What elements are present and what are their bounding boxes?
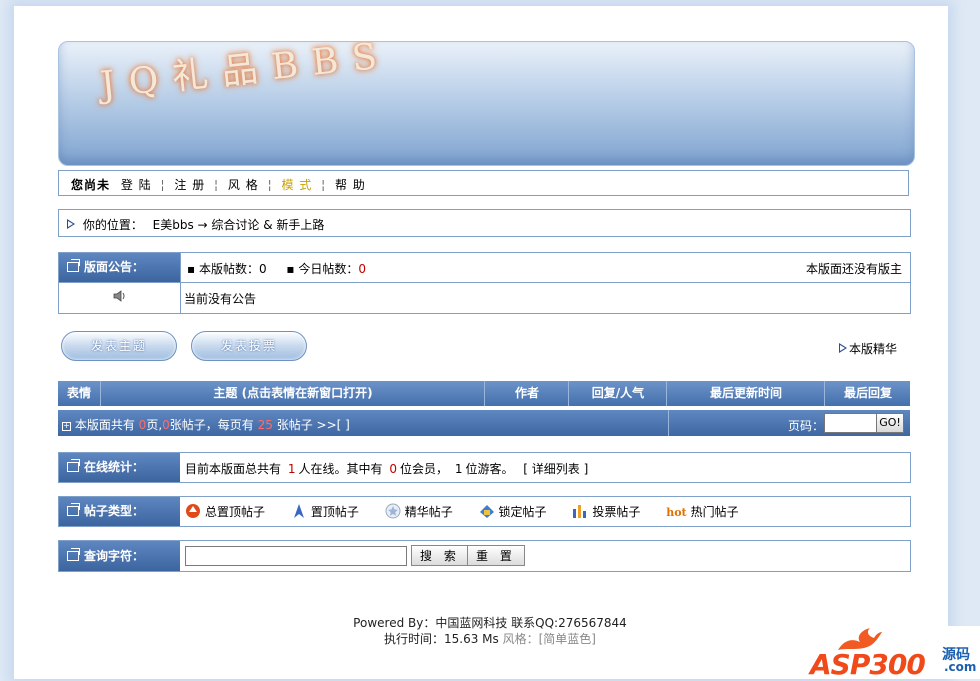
top-nav: 您尚未 登 陆 ¦ 注 册 ¦ 风 格 ¦ 模 式 ¦ 帮 助 <box>58 170 909 196</box>
window-icon <box>67 259 80 272</box>
global-top-type: 总置顶帖子 <box>185 504 269 519</box>
page-label: 页码： <box>788 419 825 433</box>
page-input[interactable] <box>824 413 878 433</box>
nav-register[interactable]: 注 册 <box>174 178 205 192</box>
col-replies: 回复/人气 <box>568 381 667 406</box>
watermark-logo: ASP300 源码 .com <box>806 626 980 681</box>
expand-icon[interactable]: + <box>62 422 71 431</box>
new-poll-button[interactable]: 发表投票 <box>191 331 307 361</box>
nav-separator: ¦ <box>321 178 327 192</box>
go-button[interactable]: GO! <box>876 413 904 433</box>
detail-list-link[interactable]: [ 详细列表 ] <box>523 462 588 476</box>
nav-login[interactable]: 登 陆 <box>121 178 152 192</box>
col-updated: 最后更新时间 <box>666 381 825 406</box>
watermark-text: ASP300 <box>810 648 926 681</box>
search-panel: 查询字符： 搜 索 重 置 <box>58 540 911 572</box>
banner-title: JQ礼品BBS <box>98 41 393 107</box>
essence-link[interactable]: 本版精华 <box>839 340 897 357</box>
arrow-icon <box>839 343 847 353</box>
nav-separator: ¦ <box>160 178 166 192</box>
col-topic: 主题 (点击表情在新窗口打开) <box>100 381 485 406</box>
nav-separator: ¦ <box>214 178 220 192</box>
announcement-panel: 版面公告： ▪ 本版帖数：0 ▪ 今日帖数：0 本版面还没有版主 当前没有公告 <box>58 252 911 314</box>
online-header: 在线统计： <box>59 453 180 482</box>
forum-banner: JQ礼品BBS <box>58 41 915 166</box>
announcement-content: 当前没有公告 <box>184 292 257 306</box>
poll-type: 投票帖子 <box>572 505 644 519</box>
col-last-reply: 最后回复 <box>824 381 911 406</box>
speaker-icon <box>111 288 127 304</box>
forum-stats: ▪ 本版帖数：0 ▪ 今日帖数：0 <box>187 262 367 276</box>
reset-button[interactable]: 重 置 <box>467 545 525 566</box>
topic-table-header: 表情 主题 (点击表情在新窗口打开) 作者 回复/人气 最后更新时间 最后回复 <box>58 381 910 406</box>
col-emotion: 表情 <box>66 386 91 400</box>
types-header: 帖子类型： <box>59 497 180 526</box>
breadcrumb[interactable]: E美bbs → 综合讨论 & 新手上路 <box>153 218 325 232</box>
window-icon <box>67 459 80 472</box>
lock-icon <box>479 505 494 518</box>
locked-type: 锁定帖子 <box>479 505 551 519</box>
post-types-panel: 帖子类型： 总置顶帖子 置顶帖子 精华帖子 锁定帖子 投票帖子 hot 热门帖子 <box>58 496 911 527</box>
nav-mode[interactable]: 模 式 <box>281 178 312 192</box>
top-type: 置顶帖子 <box>291 504 363 519</box>
location-label: 你的位置： <box>82 218 143 232</box>
global-top-icon <box>186 504 200 518</box>
online-panel: 在线统计： 目前本版面总共有 1 人在线。其中有 0 位会员， 1 位游客。 [ 详细… <box>58 452 911 483</box>
location-bar: 你的位置： E美bbs → 综合讨论 & 新手上路 <box>58 209 911 237</box>
nav-help[interactable]: 帮 助 <box>335 178 366 192</box>
essence-type: 精华帖子 <box>385 503 457 519</box>
col-author: 作者 <box>484 381 569 406</box>
poll-icon <box>573 505 587 518</box>
announcement-header: 版面公告： <box>59 253 180 282</box>
pin-top-icon <box>293 504 304 518</box>
search-button[interactable]: 搜 索 <box>411 545 469 566</box>
hot-icon: hot <box>666 506 687 519</box>
window-icon <box>67 548 80 561</box>
search-input[interactable] <box>185 546 407 566</box>
nav-separator: ¦ <box>267 178 273 192</box>
window-icon <box>67 503 80 516</box>
arrow-icon <box>67 219 75 229</box>
search-header: 查询字符： <box>59 541 180 571</box>
topic-summary-row: + 本版面共有 0页,0张帖子，每页有 25 张帖子 >>[ ] 页码： GO! <box>58 410 910 436</box>
user-status: 您尚未 <box>71 178 111 192</box>
new-topic-button[interactable]: 发表主题 <box>61 331 177 361</box>
nav-style[interactable]: 风 格 <box>228 178 259 192</box>
online-text: 目前本版面总共有 1 人在线。其中有 0 位会员， 1 位游客。 [ 详细列表 ] <box>185 462 589 476</box>
style-link[interactable]: [简单蓝色] <box>539 632 596 646</box>
hot-type: hot 热门帖子 <box>666 505 739 519</box>
watermark-domain: .com <box>944 660 977 674</box>
moderator-text: 本版面还没有版主 <box>805 262 902 276</box>
essence-icon <box>385 503 401 519</box>
